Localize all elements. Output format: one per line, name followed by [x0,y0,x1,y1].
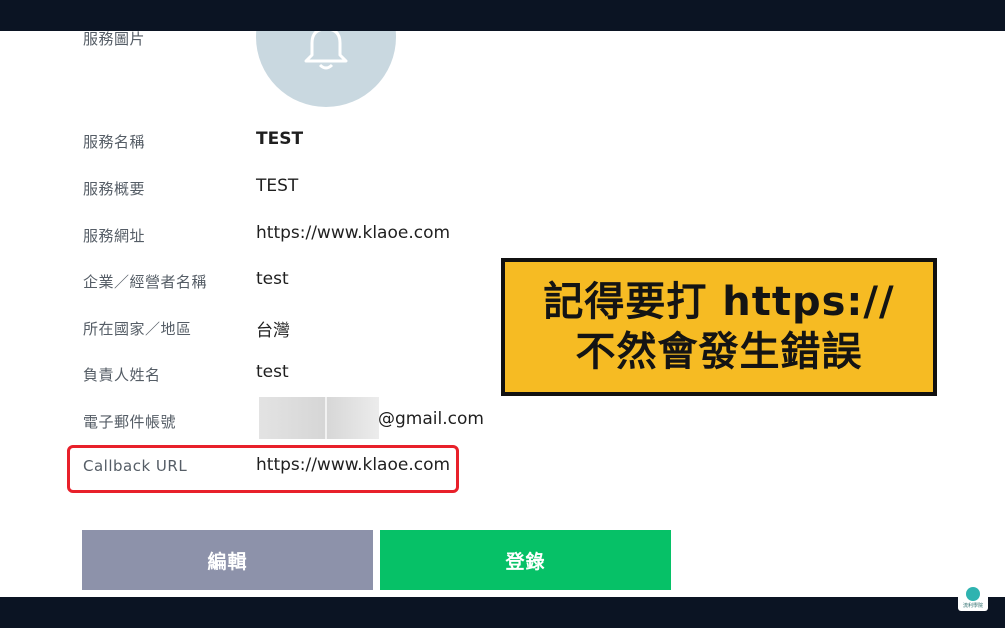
service-url-label: 服務網址 [83,227,146,245]
channel-watermark: 流利學院 [958,585,988,611]
service-url-value: https://www.klaoe.com [256,223,451,243]
service-summary-value: TEST [256,176,299,196]
callout-line-1: 記得要打 https:// [543,279,895,325]
bell-icon [304,31,348,70]
video-bottom-bar [0,597,1005,628]
email-redacted-blur [259,397,379,439]
service-image-placeholder [256,31,396,107]
edit-button[interactable]: 編輯 [82,530,373,590]
service-name-value: TEST [256,129,304,149]
representative-name-label: 負責人姓名 [83,366,161,384]
service-summary-label: 服務概要 [83,180,146,198]
video-top-bar [0,0,1005,31]
email-label: 電子郵件帳號 [83,413,177,431]
company-name-value: test [256,269,289,289]
country-region-label: 所在國家／地區 [83,320,192,338]
company-name-label: 企業／經營者名稱 [83,273,208,291]
service-detail-panel: 服務圖片 服務名稱 TEST 服務概要 TEST 服務網址 https://ww… [0,31,1005,597]
service-image-label: 服務圖片 [83,31,146,48]
watermark-text: 流利學院 [962,603,983,609]
representative-name-value: test [256,362,289,382]
register-button[interactable]: 登錄 [380,530,671,590]
country-region-value: 台灣 [256,321,290,341]
callout-line-2: 不然會發生錯誤 [575,329,863,375]
brain-logo-icon [966,587,980,601]
email-value: @gmail.com [378,409,484,429]
service-name-label: 服務名稱 [83,133,146,151]
callback-url-highlight [67,445,459,493]
annotation-callout: 記得要打 https:// 不然會發生錯誤 [501,258,937,396]
